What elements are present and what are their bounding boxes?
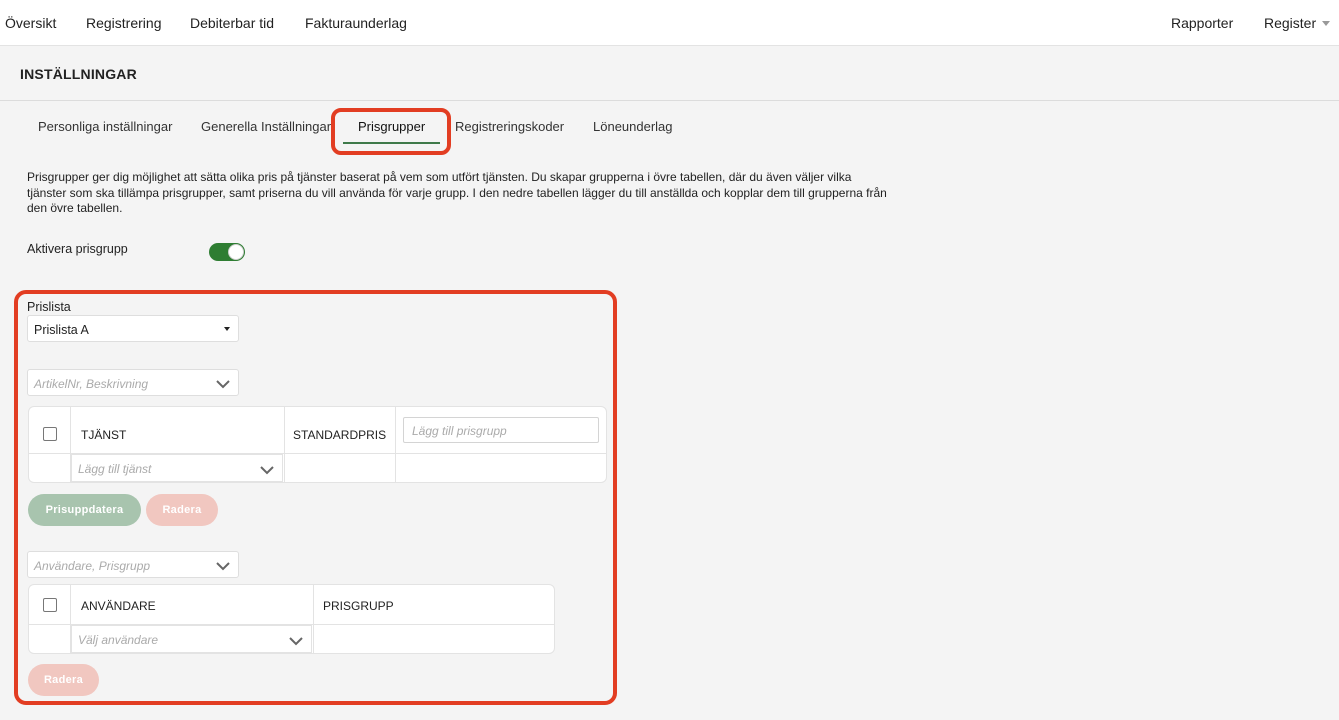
chevron-down-icon: [216, 562, 230, 571]
chevron-down-icon: [260, 466, 274, 475]
caret-down-icon: [1322, 21, 1331, 26]
page-title: INSTÄLLNINGAR: [20, 66, 137, 82]
add-price-group-placeholder: Lägg till prisgrupp: [412, 424, 507, 438]
article-filter-select[interactable]: ArtikelNr, Beskrivning: [27, 369, 239, 396]
activate-price-group-toggle[interactable]: [209, 243, 245, 261]
select-all-users-checkbox[interactable]: [43, 598, 57, 612]
col-divider: [284, 407, 285, 482]
nav-oversikt[interactable]: Översikt: [5, 15, 56, 31]
prislista-value: Prislista A: [34, 323, 89, 337]
select-user-placeholder: Välj användare: [78, 633, 159, 647]
chevron-down-icon: [216, 380, 230, 389]
toggle-label: Aktivera prisgrupp: [27, 242, 128, 256]
nav-register-label: Register: [1264, 15, 1317, 31]
header-anvandare: ANVÄNDARE: [81, 599, 156, 613]
chevron-down-icon: [289, 637, 303, 646]
nav-rapporter[interactable]: Rapporter: [1171, 15, 1233, 31]
services-table: TJÄNST STANDARDPRIS Lägg till prisgrupp …: [28, 406, 607, 483]
prislista-label: Prislista: [27, 300, 71, 314]
nav-fakturaunderlag[interactable]: Fakturaunderlag: [305, 15, 407, 31]
add-service-select[interactable]: Lägg till tjänst: [71, 454, 283, 482]
select-user-select[interactable]: Välj användare: [71, 625, 312, 653]
add-price-group-input[interactable]: Lägg till prisgrupp: [403, 417, 599, 443]
tab-loneunderlag[interactable]: Löneunderlag: [593, 119, 673, 134]
price-update-button[interactable]: Prisuppdatera: [28, 494, 141, 526]
delete-users-button[interactable]: Radera: [28, 664, 99, 696]
tab-personliga-installningar[interactable]: Personliga inställningar: [38, 119, 172, 134]
nav-debiterbar-tid[interactable]: Debiterbar tid: [190, 15, 274, 31]
prislista-select[interactable]: Prislista A: [27, 315, 239, 342]
header-prisgrupp: PRISGRUPP: [323, 599, 394, 613]
nav-register-dropdown[interactable]: Register: [1264, 15, 1331, 31]
header-standardpris: STANDARDPRIS: [293, 428, 387, 442]
toggle-knob: [228, 244, 244, 260]
delete-services-button[interactable]: Radera: [146, 494, 218, 526]
tab-generella-installningar[interactable]: Generella Inställningar: [201, 119, 331, 134]
nav-registrering[interactable]: Registrering: [86, 15, 161, 31]
add-service-placeholder: Lägg till tjänst: [78, 462, 152, 476]
col-divider: [313, 585, 314, 653]
users-table: ANVÄNDARE PRISGRUPP Välj användare: [28, 584, 555, 654]
tab-registreringskoder[interactable]: Registreringskoder: [455, 119, 564, 134]
select-all-services-checkbox[interactable]: [43, 427, 57, 441]
article-filter-placeholder: ArtikelNr, Beskrivning: [34, 377, 149, 391]
top-navigation: Översikt Registrering Debiterbar tid Fak…: [0, 0, 1339, 46]
divider: [0, 100, 1339, 101]
col-divider: [395, 407, 396, 482]
description-text: Prisgrupper ger dig möjlighet att sätta …: [27, 170, 887, 215]
header-tjanst: TJÄNST: [81, 428, 127, 442]
caret-down-icon: [224, 327, 230, 331]
highlight-tab-annotation: [331, 108, 451, 155]
user-filter-select[interactable]: Användare, Prisgrupp: [27, 551, 239, 578]
user-filter-placeholder: Användare, Prisgrupp: [34, 559, 151, 573]
